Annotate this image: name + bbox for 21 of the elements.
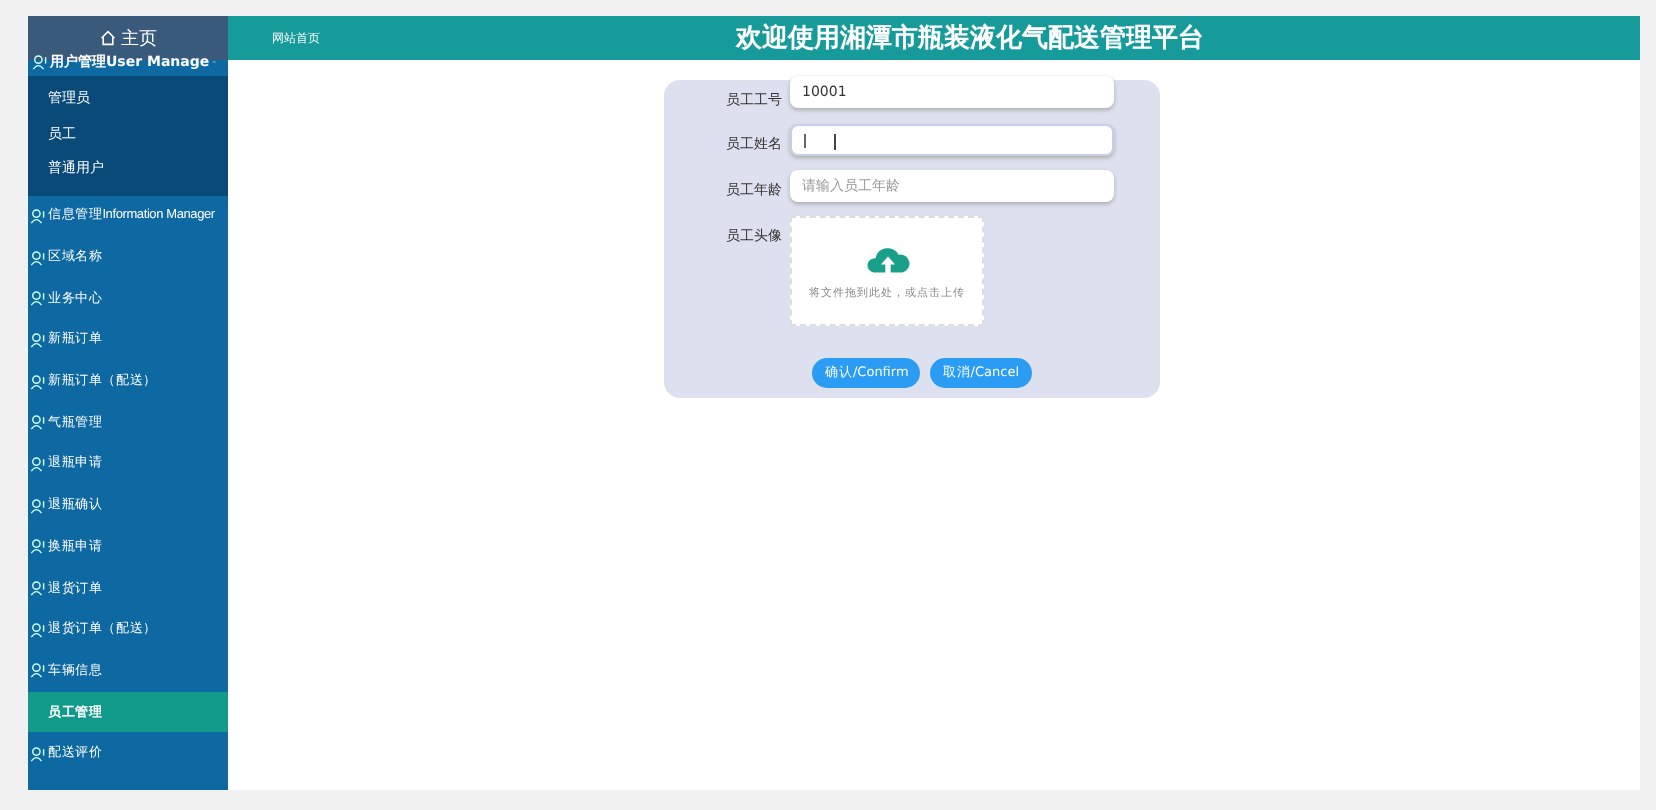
person-icon bbox=[30, 331, 46, 348]
person-icon bbox=[30, 580, 46, 597]
person-icon bbox=[30, 249, 46, 266]
text-caret-icon bbox=[804, 133, 806, 147]
person-icon bbox=[30, 538, 46, 555]
page-title: 欢迎使用湘潭市瓶装液化气配送管理平台 bbox=[736, 21, 1204, 56]
person-icon bbox=[30, 621, 46, 638]
home-label: 主页 bbox=[121, 27, 157, 51]
text-cursor-icon bbox=[834, 134, 840, 150]
person-icon bbox=[30, 290, 46, 307]
person-icon bbox=[30, 414, 46, 431]
person-icon bbox=[32, 54, 48, 70]
person-icon bbox=[30, 207, 46, 224]
input-field[interactable] bbox=[790, 124, 1114, 156]
home-icon bbox=[99, 30, 115, 46]
person-icon bbox=[30, 745, 46, 762]
person-icon bbox=[30, 373, 46, 390]
cloud-upload-icon bbox=[865, 243, 909, 275]
person-icon bbox=[30, 662, 46, 679]
person-icon bbox=[30, 455, 46, 472]
person-icon bbox=[30, 497, 46, 514]
